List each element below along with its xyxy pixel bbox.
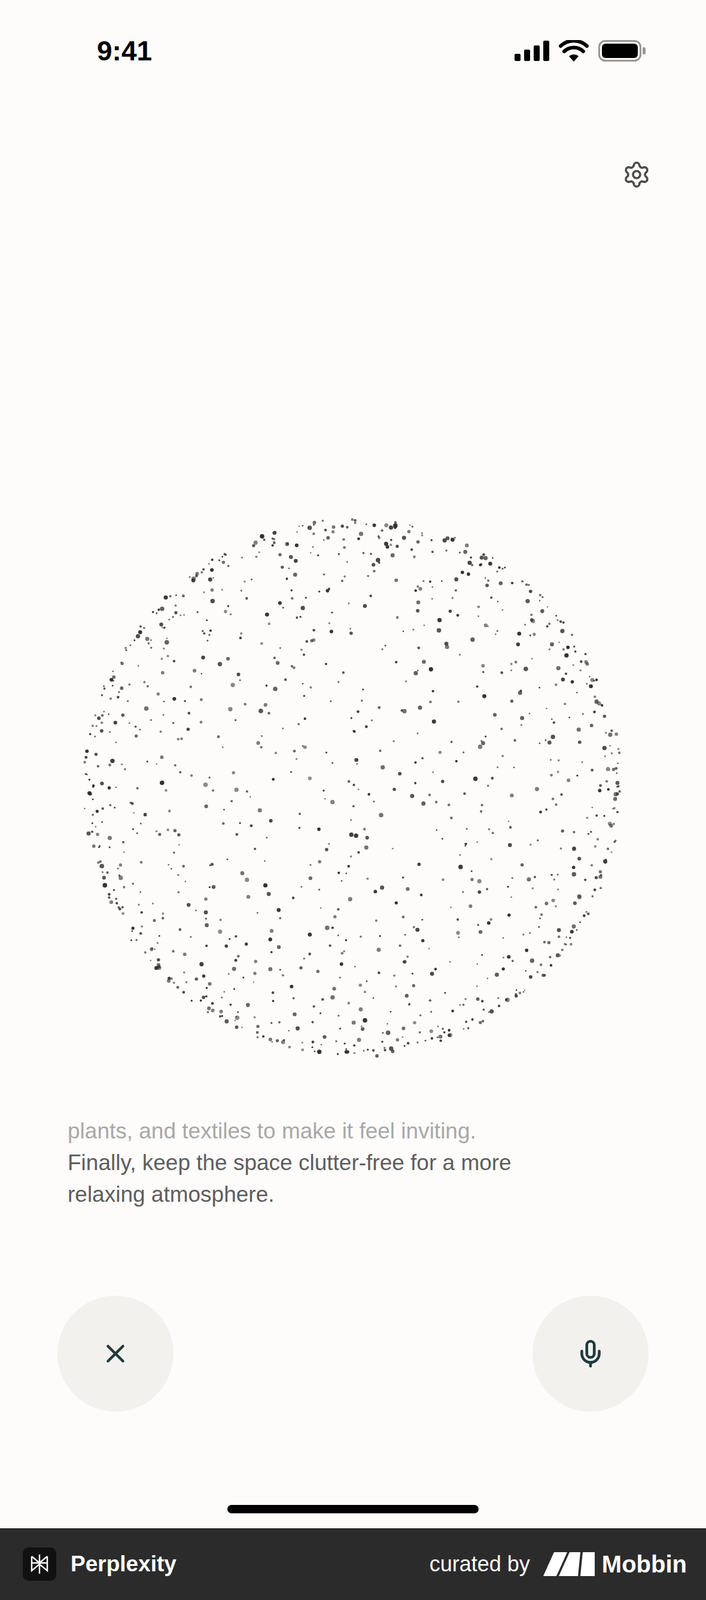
status-icons [514, 40, 647, 62]
mic-icon [575, 1339, 606, 1370]
mobbin-brand: Mobbin [543, 1547, 687, 1584]
transcript-line: plants, and textiles to make it feel inv… [67, 1115, 647, 1148]
battery-icon [598, 40, 647, 62]
top-actions [0, 101, 706, 246]
footer-bar: Perplexity curated by Mobbin [0, 1529, 706, 1600]
home-indicator-row [0, 1505, 706, 1515]
close-button[interactable] [57, 1296, 174, 1413]
app-name: Perplexity [70, 1548, 177, 1582]
footer-app: Perplexity [22, 1548, 177, 1582]
close-icon [100, 1339, 131, 1370]
brand-name: Mobbin [601, 1547, 687, 1584]
settings-button[interactable] [622, 160, 651, 190]
home-indicator [227, 1505, 479, 1515]
transcript-line: Finally, keep the space clutter-free for… [67, 1147, 647, 1180]
transcript: plants, and textiles to make it feel inv… [0, 1115, 706, 1211]
wifi-icon [558, 40, 589, 62]
controls [0, 1296, 706, 1413]
voice-screen: 9:41 plants, and textiles to make it feel… [0, 0, 706, 1600]
mobbin-logo-icon [543, 1553, 595, 1578]
status-bar: 9:41 [0, 0, 706, 102]
footer-credit: curated by Mobbin [429, 1547, 687, 1584]
mic-button[interactable] [532, 1296, 649, 1413]
sphere-area [0, 512, 706, 1064]
curated-label: curated by [429, 1549, 531, 1582]
voice-sphere-icon [77, 512, 629, 1064]
perplexity-logo-icon [22, 1548, 57, 1582]
signal-icon [514, 40, 550, 62]
transcript-line: relaxing atmosphere. [67, 1179, 647, 1211]
gear-icon [622, 160, 651, 190]
status-time: 9:41 [96, 30, 152, 72]
